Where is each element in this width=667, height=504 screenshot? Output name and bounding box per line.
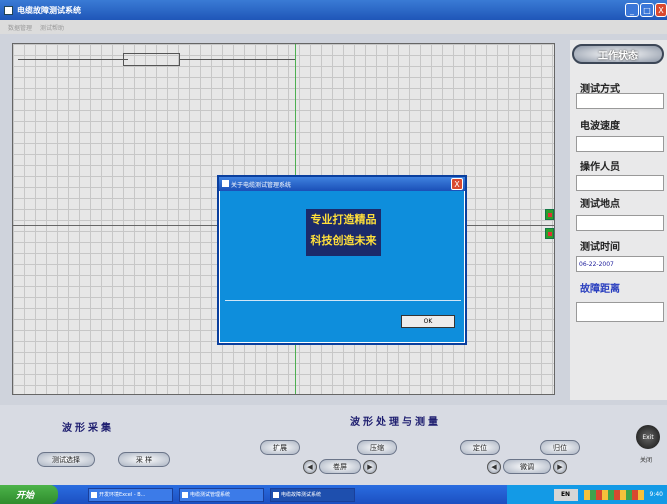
fault-distance-label: 故障距离 bbox=[580, 284, 620, 295]
menu-bar: 数据管理 测试帮助 bbox=[0, 20, 667, 34]
menu-data-management[interactable]: 数据管理 bbox=[8, 23, 32, 32]
processing-title: 波形处理与测量 bbox=[350, 417, 441, 428]
waveform-pulse bbox=[123, 53, 180, 66]
compress-button[interactable]: 压缩 bbox=[357, 440, 397, 455]
test-location-field[interactable] bbox=[576, 215, 664, 231]
clock: 9:40 bbox=[649, 491, 663, 498]
waveform-trace bbox=[18, 59, 128, 60]
locate-button[interactable]: 定位 bbox=[460, 440, 500, 455]
sample-button[interactable]: 采 样 bbox=[118, 452, 170, 467]
tune-right-arrow-icon[interactable]: ▶ bbox=[553, 460, 567, 474]
dialog-title: 关于电缆测试管理系统 bbox=[231, 181, 292, 189]
marker-icon[interactable] bbox=[545, 228, 554, 239]
task-excel[interactable]: 开发环境Excel - B... bbox=[88, 487, 173, 502]
title-bar: 电缆故障测试系统 bbox=[0, 0, 667, 20]
close-button[interactable]: X bbox=[655, 3, 667, 17]
info-panel: 工作状态 测试方式 电波速度 操作人员 测试地点 测试时间 06-22-2007… bbox=[570, 40, 667, 400]
tune-left-arrow-icon[interactable]: ◀ bbox=[487, 460, 501, 474]
test-time-field[interactable]: 06-22-2007 bbox=[576, 256, 664, 272]
fault-distance-field[interactable] bbox=[576, 302, 664, 322]
ok-button[interactable]: OK bbox=[401, 315, 455, 328]
flip-left-arrow-icon[interactable]: ◀ bbox=[303, 460, 317, 474]
app-icon bbox=[4, 5, 13, 15]
dialog-close-button[interactable]: X bbox=[451, 178, 463, 190]
expand-button[interactable]: 扩展 bbox=[260, 440, 300, 455]
wave-speed-label: 电波速度 bbox=[580, 121, 620, 132]
slogan-banner: 专业打造精品 科技创造未来 bbox=[306, 209, 381, 256]
exit-caption: 关闭 bbox=[640, 457, 653, 464]
dialog-icon bbox=[222, 180, 229, 187]
wave-speed-field[interactable] bbox=[576, 136, 664, 152]
test-select-button[interactable]: 测试选择 bbox=[37, 452, 95, 467]
taskbar: 开始 开发环境Excel - B... 电缆测试管理系统 电缆故障测试系统 EN… bbox=[0, 485, 667, 504]
tray-icons[interactable] bbox=[583, 489, 644, 500]
maximize-button[interactable]: □ bbox=[640, 3, 654, 17]
slogan-line-2: 科技创造未来 bbox=[310, 234, 377, 247]
dialog-title-bar: 关于电缆测试管理系统 bbox=[219, 177, 465, 191]
fine-tune-button[interactable]: 微调 bbox=[503, 459, 551, 474]
task-management-system[interactable]: 电缆测试管理系统 bbox=[179, 487, 264, 502]
waveform-trace-2 bbox=[180, 59, 295, 60]
language-indicator[interactable]: EN bbox=[553, 488, 578, 501]
dialog-divider bbox=[225, 300, 461, 301]
test-location-label: 测试地点 bbox=[580, 199, 620, 210]
exit-button[interactable]: Exit bbox=[636, 425, 660, 449]
reset-button[interactable]: 归位 bbox=[540, 440, 580, 455]
test-time-label: 测试时间 bbox=[580, 242, 620, 253]
flip-button[interactable]: 卷屏 bbox=[319, 459, 361, 474]
test-method-field[interactable] bbox=[576, 93, 664, 109]
operator-field[interactable] bbox=[576, 175, 664, 191]
slogan-line-1: 专业打造精品 bbox=[310, 213, 377, 226]
system-tray: EN 9:40 bbox=[507, 485, 667, 504]
acquisition-title: 波形采集 bbox=[62, 423, 114, 434]
start-button[interactable]: 开始 bbox=[0, 485, 58, 504]
window-title: 电缆故障测试系统 bbox=[17, 5, 81, 15]
task-fault-test-system[interactable]: 电缆故障测试系统 bbox=[270, 487, 355, 502]
control-panel: 波形采集 测试选择 采 样 波形处理与测量 扩展 压缩 定位 归位 ◀ 卷屏 ▶… bbox=[0, 405, 667, 485]
operator-label: 操作人员 bbox=[580, 162, 620, 173]
marker-icon[interactable] bbox=[545, 209, 554, 220]
minimize-button[interactable]: _ bbox=[625, 3, 639, 17]
work-status-button[interactable]: 工作状态 bbox=[572, 44, 664, 64]
flip-right-arrow-icon[interactable]: ▶ bbox=[363, 460, 377, 474]
about-dialog: 关于电缆测试管理系统 X 专业打造精品 科技创造未来 OK bbox=[217, 175, 467, 345]
menu-test-help[interactable]: 测试帮助 bbox=[40, 23, 64, 32]
